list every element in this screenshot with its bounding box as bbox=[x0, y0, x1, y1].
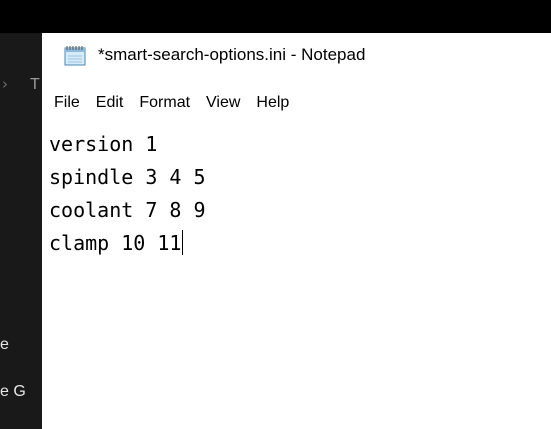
title-bar[interactable]: *smart-search-options.ini - Notepad bbox=[42, 33, 551, 83]
editor-line: coolant 7 8 9 bbox=[49, 198, 206, 222]
text-editor[interactable]: version 1 spindle 3 4 5 coolant 7 8 9 cl… bbox=[42, 131, 551, 429]
background-top-bar bbox=[0, 0, 551, 33]
editor-line-with-caret: clamp 10 11 bbox=[49, 230, 184, 257]
editor-line: version 1 bbox=[49, 132, 158, 156]
menu-item-help[interactable]: Help bbox=[248, 89, 297, 117]
menu-item-format[interactable]: Format bbox=[131, 89, 198, 117]
background-app-strip: › T e e G bbox=[0, 33, 42, 429]
window-title: *smart-search-options.ini - Notepad bbox=[98, 45, 366, 64]
notepad-icon bbox=[64, 46, 86, 66]
editor-line-text: clamp 10 11 bbox=[49, 231, 182, 255]
menu-item-file[interactable]: File bbox=[42, 89, 88, 117]
background-chevron-icon: › bbox=[2, 75, 8, 93]
editor-line: spindle 3 4 5 bbox=[49, 165, 206, 189]
menu-bar: File Edit Format View Help bbox=[42, 89, 297, 117]
background-text-fragment: e G bbox=[0, 383, 26, 400]
menu-item-view[interactable]: View bbox=[198, 89, 248, 117]
menu-item-edit[interactable]: Edit bbox=[88, 89, 132, 117]
background-text-fragment: e bbox=[0, 336, 9, 353]
background-tab-letter: T bbox=[30, 76, 40, 93]
text-caret bbox=[182, 230, 184, 255]
notepad-window: *smart-search-options.ini - Notepad File… bbox=[42, 33, 551, 429]
